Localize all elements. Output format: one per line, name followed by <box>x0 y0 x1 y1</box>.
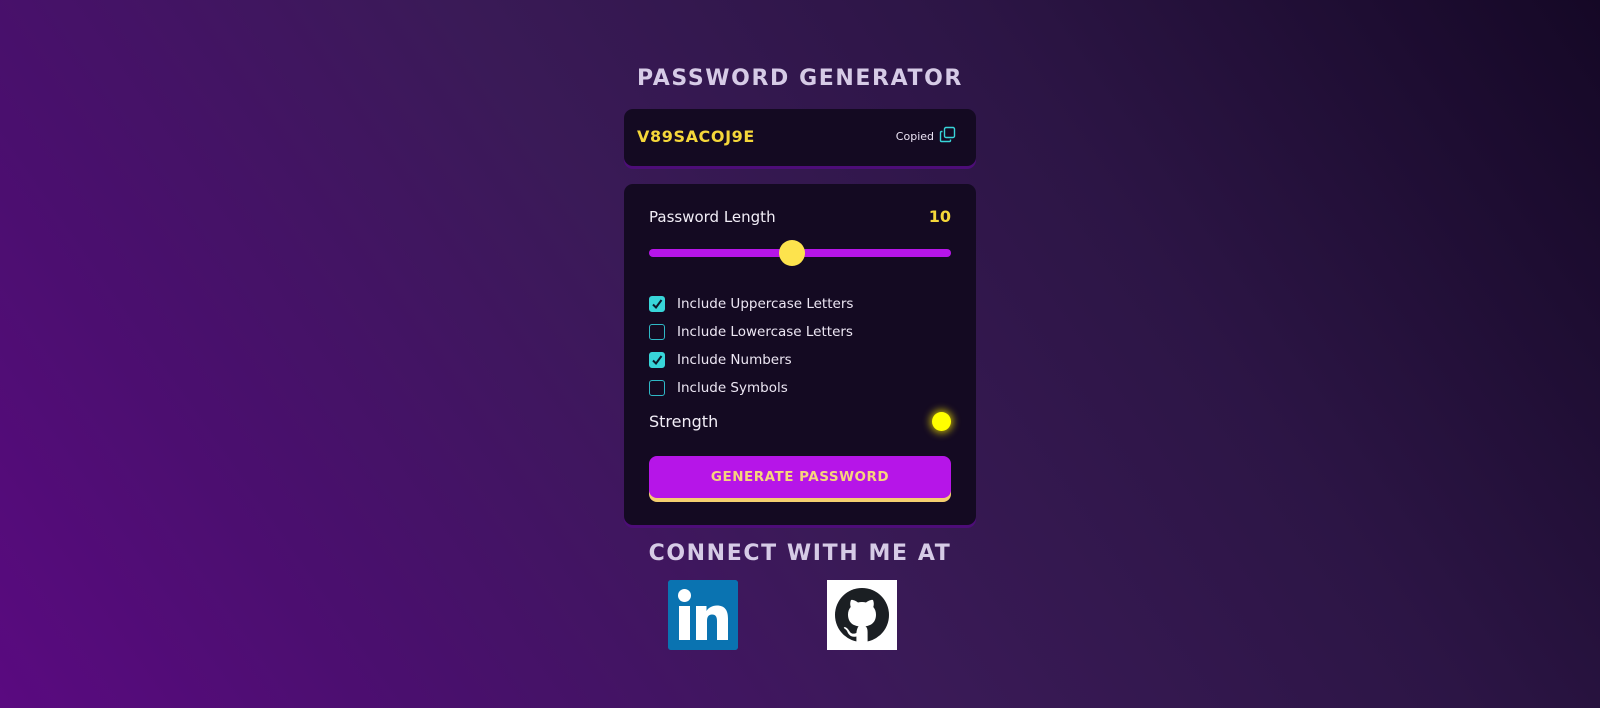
option-symbols[interactable]: Include Symbols <box>649 374 853 402</box>
copy-button[interactable]: Copied <box>896 126 956 143</box>
lowercase-label[interactable]: Include Lowercase Letters <box>677 324 853 340</box>
generated-password[interactable]: V89SACOJ9E <box>637 127 755 146</box>
symbols-label[interactable]: Include Symbols <box>677 380 788 396</box>
option-uppercase[interactable]: Include Uppercase Letters <box>649 290 853 318</box>
slider-thumb[interactable] <box>779 240 806 266</box>
option-lowercase[interactable]: Include Lowercase Letters <box>649 318 853 346</box>
length-slider[interactable] <box>649 240 951 266</box>
settings-panel: Password Length 10 Include Uppercase Let… <box>624 184 976 525</box>
linkedin-icon <box>668 580 738 650</box>
uppercase-label[interactable]: Include Uppercase Letters <box>677 296 853 312</box>
linkedin-link[interactable] <box>668 580 738 650</box>
strength-row: Strength <box>649 412 951 431</box>
github-icon <box>827 580 897 650</box>
lowercase-checkbox[interactable] <box>649 324 665 340</box>
uppercase-checkbox[interactable] <box>649 296 665 312</box>
password-display: V89SACOJ9E Copied <box>624 109 976 166</box>
numbers-label[interactable]: Include Numbers <box>677 352 792 368</box>
symbols-checkbox[interactable] <box>649 380 665 396</box>
length-row: Password Length 10 <box>649 207 951 226</box>
connect-heading: CONNECT WITH ME AT <box>648 541 952 566</box>
generate-password-button[interactable]: GENERATE PASSWORD <box>649 456 951 498</box>
length-value: 10 <box>928 207 951 226</box>
strength-label: Strength <box>649 412 719 431</box>
option-numbers[interactable]: Include Numbers <box>649 346 853 374</box>
page-title: PASSWORD GENERATOR <box>637 66 963 91</box>
strength-indicator <box>932 412 951 431</box>
github-link[interactable] <box>827 580 897 650</box>
options-list: Include Uppercase Letters Include Lowerc… <box>649 290 853 402</box>
numbers-checkbox[interactable] <box>649 352 665 368</box>
copied-label: Copied <box>895 130 934 143</box>
copy-icon[interactable] <box>939 126 956 143</box>
length-label: Password Length <box>649 207 776 226</box>
